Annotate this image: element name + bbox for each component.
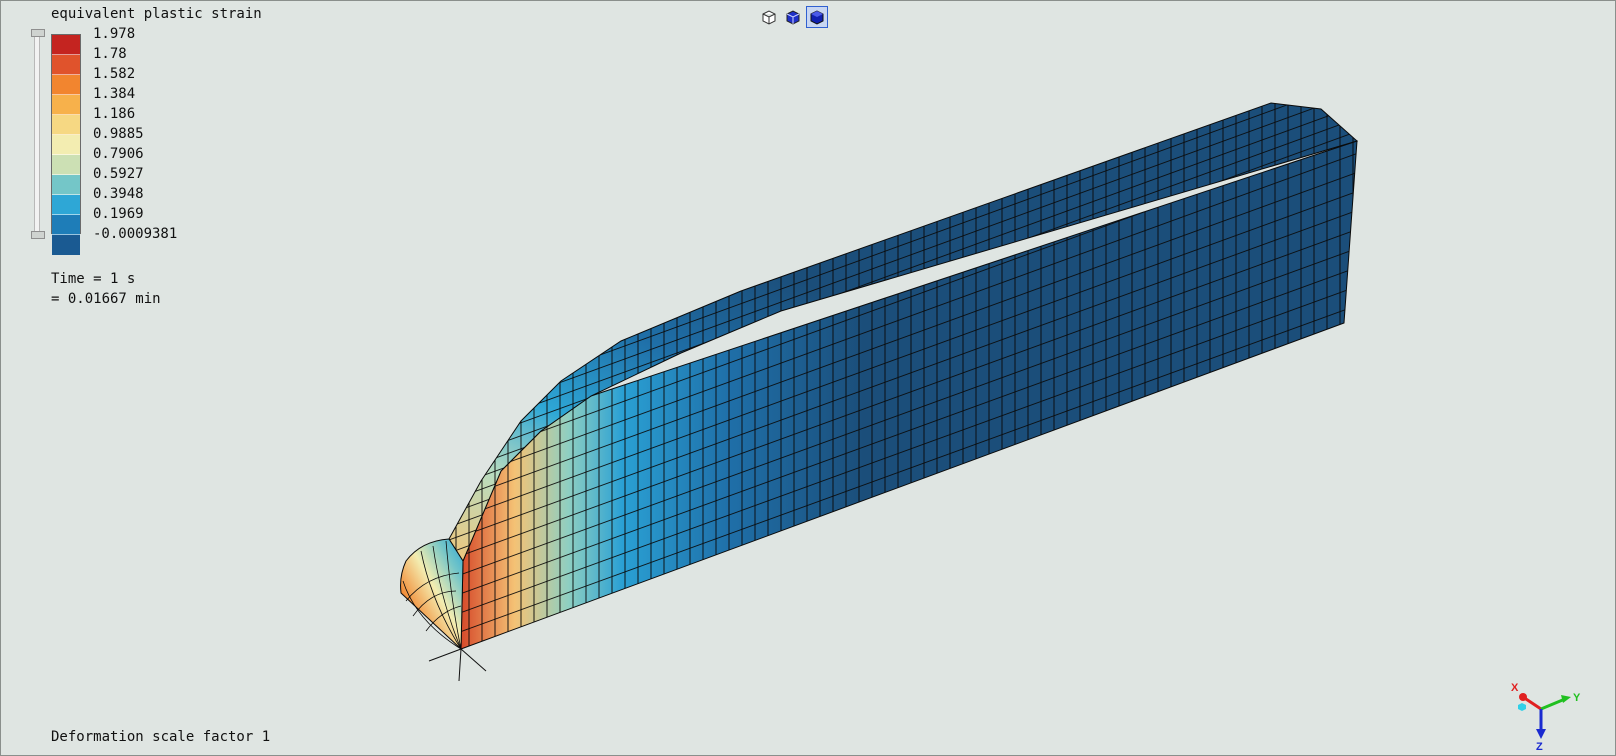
legend-range-slider[interactable] [31, 29, 45, 239]
graphics-viewport[interactable]: equivalent plastic strain 1.978 1.78 1.582… [0, 0, 1616, 756]
legend-slider-bottom-handle[interactable] [31, 231, 45, 239]
legend-color-segment [52, 195, 80, 215]
render-mode-toolbar [758, 6, 828, 30]
time-info: Time = 1 s = 0.01667 min [51, 269, 161, 309]
origin-marker [428, 648, 487, 682]
wireframe-cube-icon [762, 10, 776, 25]
legend-title: equivalent plastic strain [51, 6, 262, 22]
legend-color-segment [52, 75, 80, 95]
legend-color-segment [52, 55, 80, 75]
legend-value-label: 0.7906 [93, 146, 144, 162]
rotation-center-icon [1518, 703, 1526, 711]
legend-slider-track[interactable] [34, 33, 40, 235]
legend-color-segment [52, 215, 80, 235]
legend-value-label: 1.978 [93, 26, 136, 42]
legend-labels: 1.978 1.78 1.582 1.384 1.186 0.9885 0.7906 0.59… [93, 24, 177, 244]
wireframe-view-button[interactable] [758, 6, 780, 28]
time-minutes: = 0.01667 min [51, 291, 161, 307]
legend-color-segment [52, 235, 80, 255]
legend-value-label: -0.0009381 [93, 226, 178, 242]
triad-z-label: Z [1536, 741, 1543, 751]
coordinate-triad[interactable]: X Y Z [1501, 669, 1581, 751]
hidden-line-cube-icon [786, 10, 800, 25]
triad-x-label: X [1511, 682, 1519, 694]
legend-color-segment [52, 35, 80, 55]
legend-value-label: 0.3948 [93, 186, 144, 202]
legend-value-label: 0.1969 [93, 206, 144, 222]
legend-value-label: 1.384 [93, 86, 136, 102]
hidden-line-view-button[interactable] [782, 6, 804, 28]
triad-y-label: Y [1573, 692, 1581, 704]
shaded-cube-icon [810, 10, 824, 25]
legend-color-segment [52, 175, 80, 195]
legend-color-segment [52, 95, 80, 115]
legend-value-label: 0.5927 [93, 166, 144, 182]
model-end-face [400, 538, 464, 651]
time-seconds: Time = 1 s [51, 271, 136, 287]
shaded-view-button[interactable] [806, 6, 828, 28]
legend-color-segment [52, 135, 80, 155]
legend-color-bar [51, 34, 81, 255]
legend-slider-top-handle[interactable] [31, 29, 45, 37]
deformation-scale-label: Deformation scale factor 1 [51, 729, 271, 745]
legend-value-label: 1.582 [93, 66, 136, 82]
legend-value-label: 1.186 [93, 106, 136, 122]
fe-model-view[interactable] [1, 1, 1615, 755]
legend-color-segment [52, 115, 80, 135]
legend-color-segment [52, 155, 80, 175]
legend-value-label: 1.78 [93, 46, 127, 62]
legend-value-label: 0.9885 [93, 126, 144, 142]
